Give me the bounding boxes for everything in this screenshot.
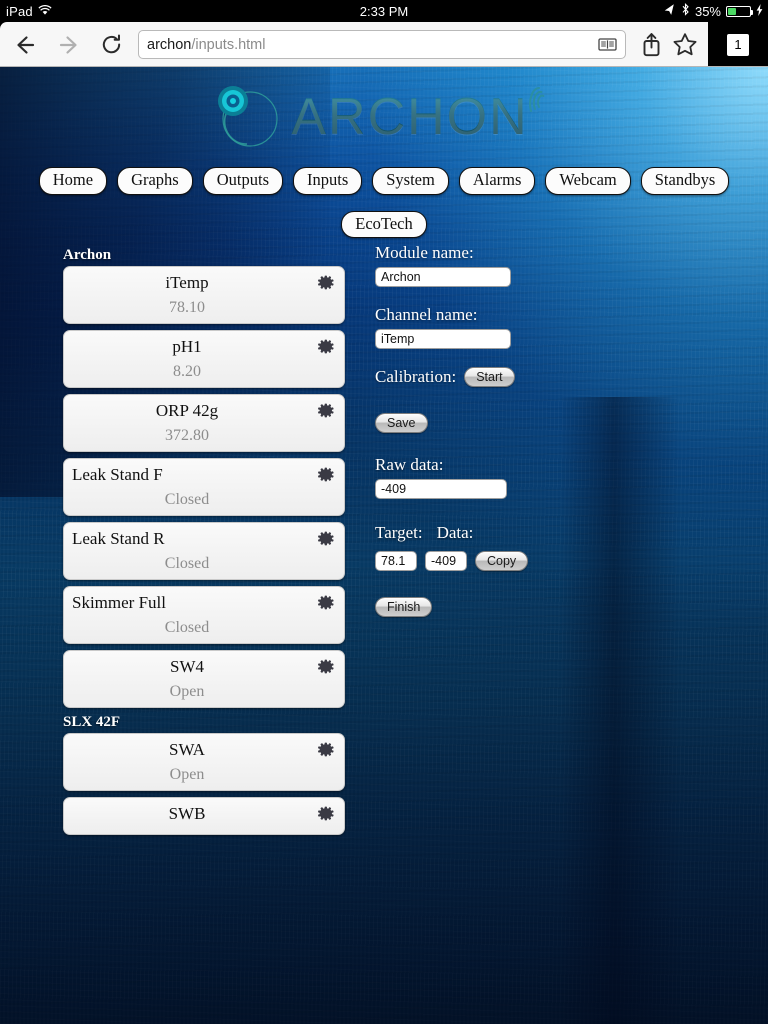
nav-item-graphs[interactable]: Graphs (117, 167, 193, 195)
channel-value: 78.10 (169, 299, 205, 316)
reload-icon[interactable] (94, 28, 128, 62)
gear-icon[interactable] (317, 465, 335, 483)
main-navigation: Home Graphs Outputs Inputs System Alarms… (0, 167, 768, 239)
channel-item-skimmer-full[interactable]: Skimmer Full Closed (63, 586, 345, 644)
channel-name: Skimmer Full (72, 593, 166, 612)
channel-item-sw4[interactable]: SW4 Open (63, 650, 345, 708)
share-icon[interactable] (634, 28, 668, 62)
raw-data-label: Raw data: (375, 455, 444, 474)
channel-value: 372.80 (165, 427, 209, 444)
target-label: Target: (375, 523, 423, 542)
nav-item-outputs[interactable]: Outputs (202, 167, 283, 195)
channel-name: pH1 (172, 337, 202, 356)
target-input[interactable] (375, 551, 417, 571)
channel-item-itemp[interactable]: iTemp 78.10 (63, 266, 345, 324)
channel-value: Closed (164, 491, 210, 508)
raw-data-field-group: Raw data: (375, 455, 745, 499)
status-bar-right: 35% (664, 0, 763, 22)
channel-name: SWA (169, 740, 205, 759)
channel-name: Leak Stand F (72, 465, 163, 484)
calibration-label: Calibration: (375, 367, 457, 386)
channel-name: Leak Stand R (72, 529, 165, 548)
start-calibration-button[interactable]: Start (464, 367, 515, 387)
raw-data-input[interactable] (375, 479, 507, 499)
tab-count-label: 1 (727, 33, 749, 56)
nav-item-ecotech[interactable]: EcoTech (341, 210, 427, 239)
channel-group-header: SLX 42F (63, 714, 121, 730)
channel-list: Archon iTemp 78.10 pH1 8.20 ORP 42g 372.… (63, 247, 345, 841)
status-bar-clock: 2:33 PM (0, 0, 768, 22)
battery-percent-label: 35% (694, 3, 721, 19)
channel-item-ph1[interactable]: pH1 8.20 (63, 330, 345, 388)
gear-icon[interactable] (317, 337, 335, 355)
channel-name-input[interactable] (375, 329, 511, 349)
module-name-input[interactable] (375, 267, 511, 287)
nav-item-inputs[interactable]: Inputs (293, 167, 363, 195)
toolbar-right-actions: 1 (634, 22, 768, 67)
data-input[interactable] (425, 551, 467, 571)
channel-item-swb[interactable]: SWB (63, 797, 345, 835)
save-row: Save (375, 413, 745, 433)
channel-item-leak-stand-r[interactable]: Leak Stand R Closed (63, 522, 345, 580)
gear-icon[interactable] (317, 593, 335, 611)
channel-settings-form: Module name: Channel name: Calibration: … (375, 243, 745, 617)
bluetooth-icon (681, 2, 690, 19)
nav-item-alarms[interactable]: Alarms (458, 167, 536, 195)
channel-value: 8.20 (173, 363, 201, 380)
gear-icon[interactable] (317, 273, 335, 291)
ios-status-bar: iPad 2:33 PM 35% (0, 0, 768, 22)
archon-spiral-logo-icon (207, 81, 285, 153)
channel-item-leak-stand-f[interactable]: Leak Stand F Closed (63, 458, 345, 516)
data-label: Data: (436, 523, 474, 542)
channel-item-swa[interactable]: SWA Open (63, 733, 345, 791)
tab-count-button[interactable]: 1 (708, 22, 768, 67)
finish-button[interactable]: Finish (375, 597, 433, 617)
calibration-row: Calibration: Start (375, 367, 745, 387)
copy-button[interactable]: Copy (475, 551, 529, 571)
channel-name: SWB (168, 804, 206, 823)
channel-value: Open (169, 683, 205, 700)
nav-item-home[interactable]: Home (38, 167, 108, 195)
gear-icon[interactable] (317, 401, 335, 419)
location-arrow-icon (663, 3, 677, 20)
site-logo: ARCHON (0, 77, 768, 157)
target-data-labels: Target: Data: (375, 523, 745, 545)
channel-value: Open (169, 766, 205, 783)
channel-name-field-group: Channel name: (375, 305, 745, 349)
channel-name-label: Channel name: (375, 305, 478, 324)
channel-name: SW4 (170, 657, 204, 676)
gear-icon[interactable] (317, 657, 335, 675)
browser-toolbar: archon /inputs.html 1 (0, 22, 768, 67)
url-host: archon (147, 36, 192, 53)
address-bar[interactable]: archon /inputs.html (138, 30, 626, 59)
gear-icon[interactable] (317, 740, 335, 758)
battery-icon (726, 5, 753, 17)
channel-value: Closed (164, 555, 210, 572)
logo-wordmark: ARCHON (291, 88, 529, 146)
clock-time: 2:33 PM (359, 3, 409, 19)
web-page-content: ARCHON Home Graphs Outputs Inputs System… (0, 67, 768, 1024)
url-path: /inputs.html (191, 36, 266, 53)
channel-value: Closed (164, 619, 210, 636)
nav-item-webcam[interactable]: Webcam (545, 167, 631, 195)
forward-button[interactable] (52, 28, 86, 62)
gear-icon[interactable] (317, 529, 335, 547)
nav-item-standbys[interactable]: Standbys (640, 167, 730, 195)
nav-item-system[interactable]: System (372, 167, 449, 195)
target-data-row: Copy (375, 551, 745, 571)
back-button[interactable] (8, 28, 42, 62)
wireless-signal-icon (527, 84, 553, 114)
bookmark-star-icon[interactable] (668, 28, 702, 62)
channel-name: iTemp (165, 273, 209, 292)
finish-row: Finish (375, 597, 745, 617)
reader-view-icon[interactable] (598, 37, 617, 52)
save-button[interactable]: Save (375, 413, 428, 433)
module-name-field-group: Module name: (375, 243, 745, 287)
channel-item-orp-42g[interactable]: ORP 42g 372.80 (63, 394, 345, 452)
module-name-label: Module name: (375, 243, 474, 262)
gear-icon[interactable] (317, 804, 335, 822)
channel-group-header: Archon (63, 247, 112, 263)
lightning-bolt-icon (756, 3, 763, 19)
channel-name: ORP 42g (155, 401, 219, 420)
